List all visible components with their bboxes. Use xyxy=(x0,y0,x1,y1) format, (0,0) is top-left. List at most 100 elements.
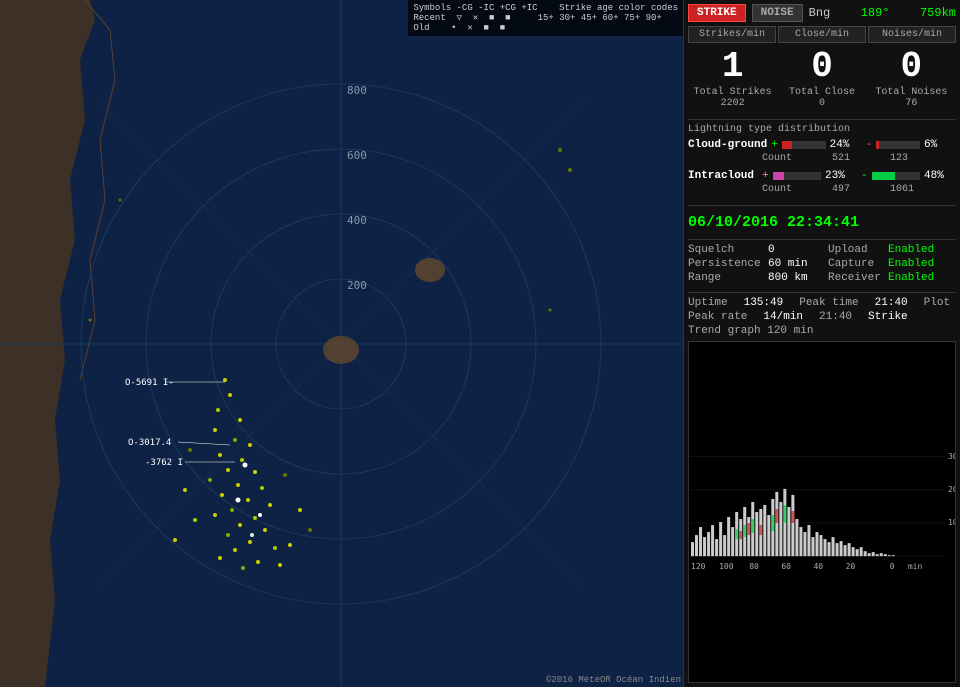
persistence-value: 60 min xyxy=(768,258,828,270)
close-rate-value: 0 xyxy=(777,49,866,85)
peak-rate-row: Peak rate 14/min 21:40 Strike xyxy=(688,311,956,323)
strike-button[interactable]: STRIKE xyxy=(688,4,746,22)
upload-value: Enabled xyxy=(888,244,956,256)
ic-minus-icon: - xyxy=(861,170,868,182)
total-noises-count: 76 xyxy=(867,98,956,109)
intracloud-row: Intracloud + 23% - 48% xyxy=(688,170,956,182)
cloud-ground-row: Cloud-ground + 24% - 6% xyxy=(688,139,956,151)
ic-plus-icon: + xyxy=(762,170,769,182)
svg-text:O-5691 I-: O-5691 I- xyxy=(125,378,174,388)
total-close-label: Total Close xyxy=(777,87,866,98)
peak-rate-label: Peak rate xyxy=(688,311,747,323)
ic-count-label: Count xyxy=(762,184,792,195)
cg-count-row: Count 521 123 xyxy=(688,153,956,164)
svg-text:min: min xyxy=(908,562,923,571)
squelch-label: Squelch xyxy=(688,244,768,256)
peak-time-value2: 21:40 xyxy=(819,311,852,323)
uptime-value: 135:49 xyxy=(744,297,784,309)
ic-plus-bar xyxy=(773,172,821,180)
svg-text:120: 120 xyxy=(691,562,706,571)
noise-button[interactable]: NOISE xyxy=(752,4,803,22)
total-noises-label: Total Noises xyxy=(867,87,956,98)
cg-minus-icon: - xyxy=(866,139,873,151)
radar-map: 800 600 400 200 xyxy=(0,0,683,687)
svg-text:800: 800 xyxy=(347,84,367,97)
peak-rate-value: 14/min xyxy=(763,311,803,323)
svg-text:600: 600 xyxy=(347,149,367,162)
cg-count-label: Count xyxy=(762,153,792,164)
strikes-rate-value: 1 xyxy=(688,49,777,85)
cloud-ground-label: Cloud-ground xyxy=(688,139,767,151)
receiver-value: Enabled xyxy=(888,272,956,284)
ic-minus-count: 1061 xyxy=(890,184,914,195)
svg-text:20: 20 xyxy=(948,485,955,494)
svg-text:60: 60 xyxy=(781,562,791,571)
noises-rate-cell: 0 Total Noises 76 xyxy=(867,45,956,113)
close-rate-cell: 0 Total Close 0 xyxy=(777,45,866,113)
bng-value: 189° xyxy=(861,6,890,20)
legend-old-row: Old • ✕ ■ ■ xyxy=(413,23,678,33)
cg-plus-count: 521 xyxy=(832,153,850,164)
svg-text:200: 200 xyxy=(347,279,367,292)
svg-text:30: 30 xyxy=(948,452,955,461)
plot-value: Strike xyxy=(868,311,908,323)
plot-label: Plot xyxy=(924,297,950,309)
total-strikes-label: Total Strikes xyxy=(688,87,777,98)
strikes-rate-cell: 1 Total Strikes 2202 xyxy=(688,45,777,113)
big-numbers-row: 1 Total Strikes 2202 0 Total Close 0 0 T… xyxy=(688,45,956,113)
svg-text:20: 20 xyxy=(846,562,856,571)
ic-minus-pct: 48% xyxy=(924,170,956,182)
svg-text:-3762 I: -3762 I xyxy=(145,458,183,468)
rate-row: Strikes/min Close/min Noises/min xyxy=(688,26,956,43)
peak-time-label: Peak time xyxy=(799,297,858,309)
strikes-per-min-btn[interactable]: Strikes/min xyxy=(688,26,776,43)
trend-chart: 30 20 10 xyxy=(688,341,956,683)
svg-text:100: 100 xyxy=(719,562,734,571)
uptime-row: Uptime 135:49 Peak time 21:40 Plot xyxy=(688,297,956,309)
svg-text:10: 10 xyxy=(948,518,955,527)
cg-plus-icon: + xyxy=(771,139,778,151)
trend-label: Trend graph 120 min xyxy=(688,325,956,337)
range-label: Range xyxy=(688,272,768,284)
persistence-label: Persistence xyxy=(688,258,768,270)
receiver-label: Receiver xyxy=(828,272,888,284)
ic-minus-bar xyxy=(872,172,920,180)
upload-label: Upload xyxy=(828,244,888,256)
capture-value: Enabled xyxy=(888,258,956,270)
cg-plus-pct: 24% xyxy=(830,139,862,151)
legend-symbols-row: Symbols -CG -IC +CG +IC Strike age color… xyxy=(413,3,678,13)
cg-minus-count: 123 xyxy=(890,153,908,164)
panel-top-bar: STRIKE NOISE Bng 189° 759km xyxy=(688,4,956,22)
svg-text:40: 40 xyxy=(813,562,823,571)
noises-per-min-btn[interactable]: Noises/min xyxy=(868,26,956,43)
capture-label: Capture xyxy=(828,258,888,270)
timestamp: 06/10/2016 22:34:41 xyxy=(688,214,956,231)
bng-dist: 759km xyxy=(920,6,956,20)
bng-label: Bng xyxy=(809,6,831,20)
svg-text:400: 400 xyxy=(347,214,367,227)
info-grid: Squelch 0 Upload Enabled Persistence 60 … xyxy=(688,244,956,284)
ic-plus-pct: 23% xyxy=(825,170,857,182)
noises-rate-value: 0 xyxy=(867,49,956,85)
intracloud-label: Intracloud xyxy=(688,170,758,182)
cg-minus-bar xyxy=(876,141,920,149)
control-panel: STRIKE NOISE Bng 189° 759km Strikes/min … xyxy=(683,0,960,687)
close-per-min-btn[interactable]: Close/min xyxy=(778,26,866,43)
total-close-count: 0 xyxy=(777,98,866,109)
uptime-label: Uptime xyxy=(688,297,728,309)
range-value: 800 km xyxy=(768,272,828,284)
squelch-value: 0 xyxy=(768,244,828,256)
peak-time-value: 21:40 xyxy=(875,297,908,309)
lightning-distribution-section: Lightning type distribution Cloud-ground… xyxy=(688,124,956,201)
ic-count-row: Count 497 1061 xyxy=(688,184,956,195)
lightning-section-title: Lightning type distribution xyxy=(688,124,956,135)
svg-text:80: 80 xyxy=(749,562,759,571)
map-legend: Symbols -CG -IC +CG +IC Strike age color… xyxy=(408,0,683,36)
cg-plus-bar xyxy=(782,141,826,149)
ic-plus-count: 497 xyxy=(832,184,850,195)
svg-text:O-3017.4: O-3017.4 xyxy=(128,438,171,448)
svg-text:0: 0 xyxy=(890,562,895,571)
legend-codes-row: Recent ▽ ✕ ■ ■ 15+ 30+ 45+ 60+ 75+ 90+ xyxy=(413,13,678,23)
map-copyright: ©2016 MéteOR Océan Indien xyxy=(546,675,681,685)
total-strikes-count: 2202 xyxy=(688,98,777,109)
